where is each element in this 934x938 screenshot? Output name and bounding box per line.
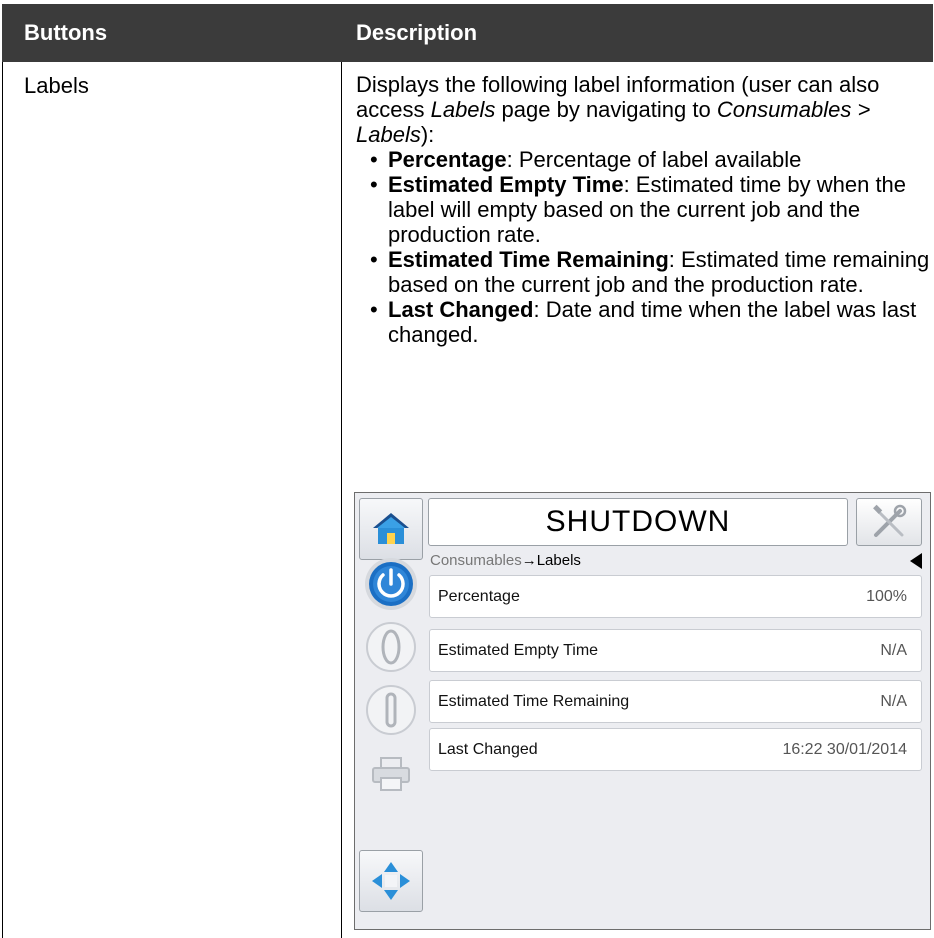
bullet-term: Estimated Time Remaining [388, 247, 669, 272]
button-name-cell: Labels [24, 73, 89, 98]
start-icon [366, 685, 416, 735]
description-cell: Displays the following label information… [356, 72, 934, 347]
intro-text-mid: page by navigating to [495, 97, 717, 122]
column-header-description: Description [342, 4, 933, 62]
bullet-last-changed: Last Changed: Date and time when the lab… [356, 297, 934, 347]
table-left-border [2, 62, 3, 938]
intro-labels-page: Labels [430, 97, 496, 122]
printer-status-title: SHUTDOWN [428, 498, 848, 546]
tools-icon [873, 504, 907, 537]
row-value: 100% [866, 588, 907, 605]
list-item[interactable]: Percentage 100% [429, 575, 922, 618]
row-value: N/A [880, 693, 907, 710]
row-value: 16:22 30/01/2014 [782, 741, 907, 758]
column-header-buttons: Buttons [2, 4, 342, 62]
row-label: Percentage [438, 588, 520, 605]
description-intro: Displays the following label information… [356, 72, 934, 147]
navigate-button[interactable] [359, 850, 423, 912]
printer-icon [372, 757, 410, 791]
list-item[interactable]: Last Changed 16:22 30/01/2014 [429, 728, 922, 771]
breadcrumb-parent[interactable]: Consumables [430, 552, 522, 569]
row-label: Last Changed [438, 741, 538, 758]
list-item[interactable]: Estimated Time Remaining N/A [429, 680, 922, 723]
bullet-percentage: Percentage: Percentage of label availabl… [356, 147, 934, 172]
row-value: N/A [880, 642, 907, 659]
row-label: Estimated Time Remaining [438, 693, 630, 710]
home-icon [373, 513, 409, 544]
print-button[interactable] [359, 743, 423, 805]
stop-icon [366, 622, 416, 672]
bullet-term: Estimated Empty Time [388, 172, 624, 197]
start-button[interactable] [359, 679, 423, 741]
row-label: Estimated Empty Time [438, 642, 599, 659]
bullet-estimated-time-remaining: Estimated Time Remaining: Estimated time… [356, 247, 934, 297]
bullet-term: Last Changed [388, 297, 534, 322]
tools-button[interactable] [856, 498, 922, 546]
breadcrumb-current: Labels [536, 552, 581, 569]
bullet-text: : Percentage of label available [506, 147, 802, 172]
stop-button[interactable] [359, 616, 423, 678]
navigate-icon [372, 862, 410, 900]
back-arrow-icon[interactable] [910, 553, 922, 569]
breadcrumb-arrow-icon: → [521, 552, 537, 569]
description-bullets: Percentage: Percentage of label availabl… [356, 147, 934, 347]
bullet-estimated-empty-time: Estimated Empty Time: Estimated time by … [356, 172, 934, 247]
bullet-term: Percentage [388, 147, 507, 172]
breadcrumb: Consumables→Labels [430, 552, 581, 569]
power-icon [365, 558, 417, 610]
device-screen: SHUTDOWN Consumables→Labels Percentage 1… [354, 492, 931, 930]
home-button[interactable] [359, 498, 423, 560]
list-item[interactable]: Estimated Empty Time N/A [429, 629, 922, 672]
intro-text-end: ): [420, 122, 435, 147]
power-button[interactable] [359, 553, 423, 615]
column-divider [341, 62, 342, 938]
